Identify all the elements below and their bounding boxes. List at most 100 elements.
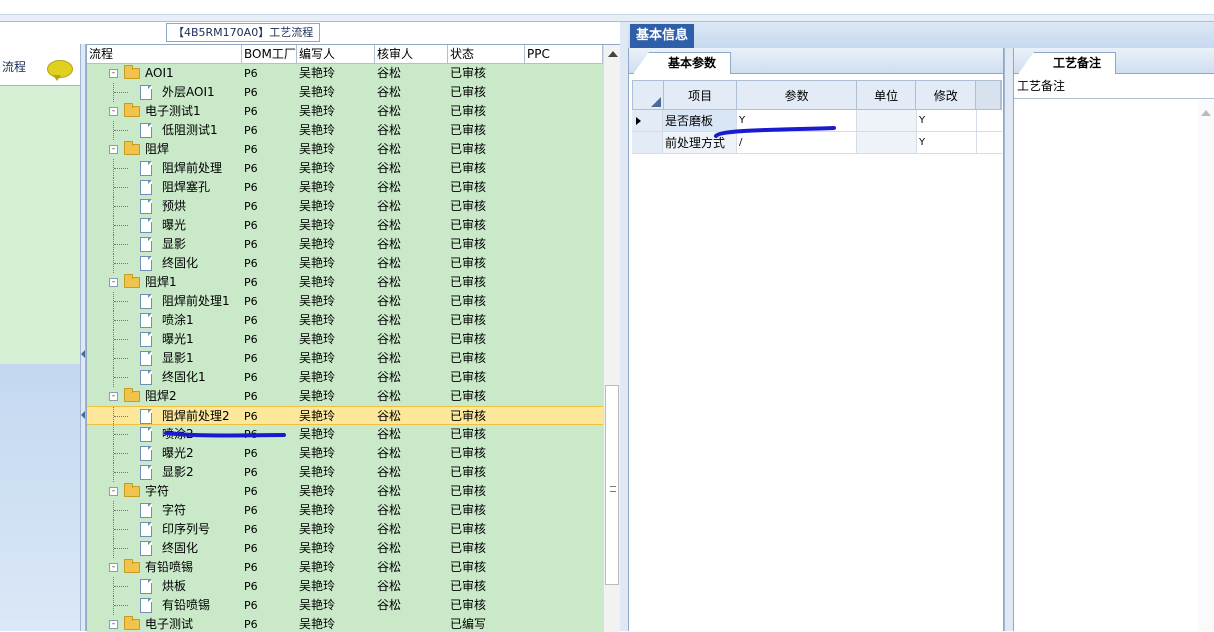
tree-node[interactable]: - 电子测试 [87, 615, 242, 632]
collapse-icon[interactable]: - [109, 69, 118, 78]
grid-row[interactable]: 是否磨板 Y Y [632, 110, 1002, 132]
tree-row[interactable]: 预烘 P6 吴艳玲 谷松 已审核 [87, 197, 603, 216]
tree-row[interactable]: 低阻测试1 P6 吴艳玲 谷松 已审核 [87, 121, 603, 140]
tree-row[interactable]: - AOI1 P6 吴艳玲 谷松 已审核 [87, 64, 603, 83]
tree-col-header[interactable]: 核审人 [375, 45, 448, 63]
tab-basic-params[interactable]: 基本参数 [633, 52, 732, 74]
tree-node[interactable]: 曝光 [87, 216, 242, 235]
tree-row[interactable]: - 有铅喷锡 P6 吴艳玲 谷松 已审核 [87, 558, 603, 577]
tree-row[interactable]: 阻焊前处理2 P6 吴艳玲 谷松 已审核 [87, 406, 603, 425]
tree-node[interactable]: 阻焊前处理2 [87, 407, 242, 424]
left-nav-header[interactable]: 流程 [0, 44, 80, 86]
tree-node[interactable]: - 阻焊1 [87, 273, 242, 292]
tree-row[interactable]: 字符 P6 吴艳玲 谷松 已审核 [87, 501, 603, 520]
grid-col-header[interactable]: 参数 [737, 81, 857, 109]
tree-node[interactable]: 阻焊塞孔 [87, 178, 242, 197]
scroll-thumb[interactable] [605, 385, 619, 585]
tree-node[interactable]: 终固化1 [87, 368, 242, 387]
tree-row[interactable]: 阻焊前处理1 P6 吴艳玲 谷松 已审核 [87, 292, 603, 311]
tree-row[interactable]: 有铅喷锡 P6 吴艳玲 谷松 已审核 [87, 596, 603, 615]
tree-node[interactable]: 显影1 [87, 349, 242, 368]
tree-row[interactable]: - 阻焊2 P6 吴艳玲 谷松 已审核 [87, 387, 603, 406]
cell-unit[interactable] [857, 132, 917, 153]
grid-col-header[interactable]: 单位 [857, 81, 917, 109]
collapse-icon[interactable]: - [109, 145, 118, 154]
collapse-icon[interactable]: - [109, 620, 118, 629]
tree-row[interactable]: - 阻焊 P6 吴艳玲 谷松 已审核 [87, 140, 603, 159]
tree-col-header[interactable]: 编写人 [297, 45, 375, 63]
cell-unit[interactable] [857, 110, 917, 131]
tree-row[interactable]: 喷涂1 P6 吴艳玲 谷松 已审核 [87, 311, 603, 330]
tree-node[interactable]: 喷涂2 [87, 425, 242, 444]
collapse-icon[interactable]: - [109, 487, 118, 496]
tree-row[interactable]: 显影1 P6 吴艳玲 谷松 已审核 [87, 349, 603, 368]
tree-node[interactable]: - 字符 [87, 482, 242, 501]
tree-node[interactable]: 印序列号 [87, 520, 242, 539]
grid-row[interactable]: 前处理方式 / Y [632, 132, 1002, 154]
row-indicator[interactable] [632, 110, 663, 131]
scroll-up-icon[interactable] [1201, 110, 1211, 116]
tree-node[interactable]: 显影 [87, 235, 242, 254]
collapse-icon[interactable]: - [109, 107, 118, 116]
tree-node[interactable]: 低阻测试1 [87, 121, 242, 140]
tree-node[interactable]: 有铅喷锡 [87, 596, 242, 615]
select-all-icon[interactable] [650, 97, 661, 107]
tree-row[interactable]: 曝光1 P6 吴艳玲 谷松 已审核 [87, 330, 603, 349]
tree-node[interactable]: - AOI1 [87, 64, 242, 83]
tree-row[interactable]: 终固化 P6 吴艳玲 谷松 已审核 [87, 539, 603, 558]
tree-col-header[interactable]: 流程 [87, 45, 242, 63]
tree-node[interactable]: 显影2 [87, 463, 242, 482]
tree-row[interactable]: 显影2 P6 吴艳玲 谷松 已审核 [87, 463, 603, 482]
cell-param[interactable]: Y [737, 110, 857, 131]
tree-row[interactable]: 阻焊塞孔 P6 吴艳玲 谷松 已审核 [87, 178, 603, 197]
tree-node[interactable]: 终固化 [87, 539, 242, 558]
cell-modify[interactable]: Y [917, 110, 977, 131]
grid-corner[interactable] [633, 81, 664, 109]
tree-row[interactable]: - 阻焊1 P6 吴艳玲 谷松 已审核 [87, 273, 603, 292]
grid-col-header[interactable]: 项目 [664, 81, 738, 109]
tree-row[interactable]: 喷涂2 P6 吴艳玲 谷松 已审核 [87, 425, 603, 444]
tree-node[interactable]: 阻焊前处理1 [87, 292, 242, 311]
tree-row[interactable]: - 电子测试 P6 吴艳玲 已编写 [87, 615, 603, 632]
tree-row[interactable]: 显影 P6 吴艳玲 谷松 已审核 [87, 235, 603, 254]
tree-node[interactable]: 阻焊前处理 [87, 159, 242, 178]
tab-basic-info[interactable]: 基本信息 [630, 24, 695, 48]
tree-node[interactable]: - 阻焊 [87, 140, 242, 159]
collapse-left-icon[interactable] [81, 350, 85, 358]
row-indicator[interactable] [632, 132, 663, 153]
tree-node[interactable]: 终固化 [87, 254, 242, 273]
right-splitter[interactable] [1004, 48, 1013, 631]
notes-scrollbar[interactable] [1198, 100, 1214, 631]
tree-node[interactable]: 外层AOI1 [87, 83, 242, 102]
tree-col-header[interactable]: BOM工厂 [242, 45, 297, 63]
tree-node[interactable]: 曝光2 [87, 444, 242, 463]
grid-col-header[interactable]: 修改 [916, 81, 977, 109]
chat-bubble-icon[interactable] [47, 60, 73, 81]
collapse-icon[interactable]: - [109, 278, 118, 287]
tree-node[interactable]: - 有铅喷锡 [87, 558, 242, 577]
tree-row[interactable]: 印序列号 P6 吴艳玲 谷松 已审核 [87, 520, 603, 539]
tree-row[interactable]: 阻焊前处理 P6 吴艳玲 谷松 已审核 [87, 159, 603, 178]
middle-splitter[interactable] [620, 22, 628, 631]
tree-row[interactable]: 烘板 P6 吴艳玲 谷松 已审核 [87, 577, 603, 596]
collapse-left-icon[interactable] [81, 411, 85, 419]
tab-process-notes[interactable]: 工艺备注 [1018, 52, 1117, 74]
tree-row[interactable]: 外层AOI1 P6 吴艳玲 谷松 已审核 [87, 83, 603, 102]
notes-textarea[interactable] [1014, 100, 1214, 631]
tree-row[interactable]: 曝光 P6 吴艳玲 谷松 已审核 [87, 216, 603, 235]
tree-col-header[interactable]: PPC [525, 45, 603, 63]
tree-node[interactable]: 曝光1 [87, 330, 242, 349]
cell-modify[interactable]: Y [917, 132, 977, 153]
tree-node[interactable]: 喷涂1 [87, 311, 242, 330]
tree-row[interactable]: - 电子测试1 P6 吴艳玲 谷松 已审核 [87, 102, 603, 121]
tree-row[interactable]: - 字符 P6 吴艳玲 谷松 已审核 [87, 482, 603, 501]
tree-node[interactable]: - 电子测试1 [87, 102, 242, 121]
tree-row[interactable]: 终固化1 P6 吴艳玲 谷松 已审核 [87, 368, 603, 387]
tree-node[interactable]: 字符 [87, 501, 242, 520]
tree-row[interactable]: 曝光2 P6 吴艳玲 谷松 已审核 [87, 444, 603, 463]
tree-scrollbar[interactable] [603, 45, 620, 632]
cell-param[interactable]: / [737, 132, 857, 153]
top-splitter[interactable] [0, 15, 1214, 22]
tree-col-header[interactable]: 状态 [448, 45, 525, 63]
tree-node[interactable]: - 阻焊2 [87, 387, 242, 406]
